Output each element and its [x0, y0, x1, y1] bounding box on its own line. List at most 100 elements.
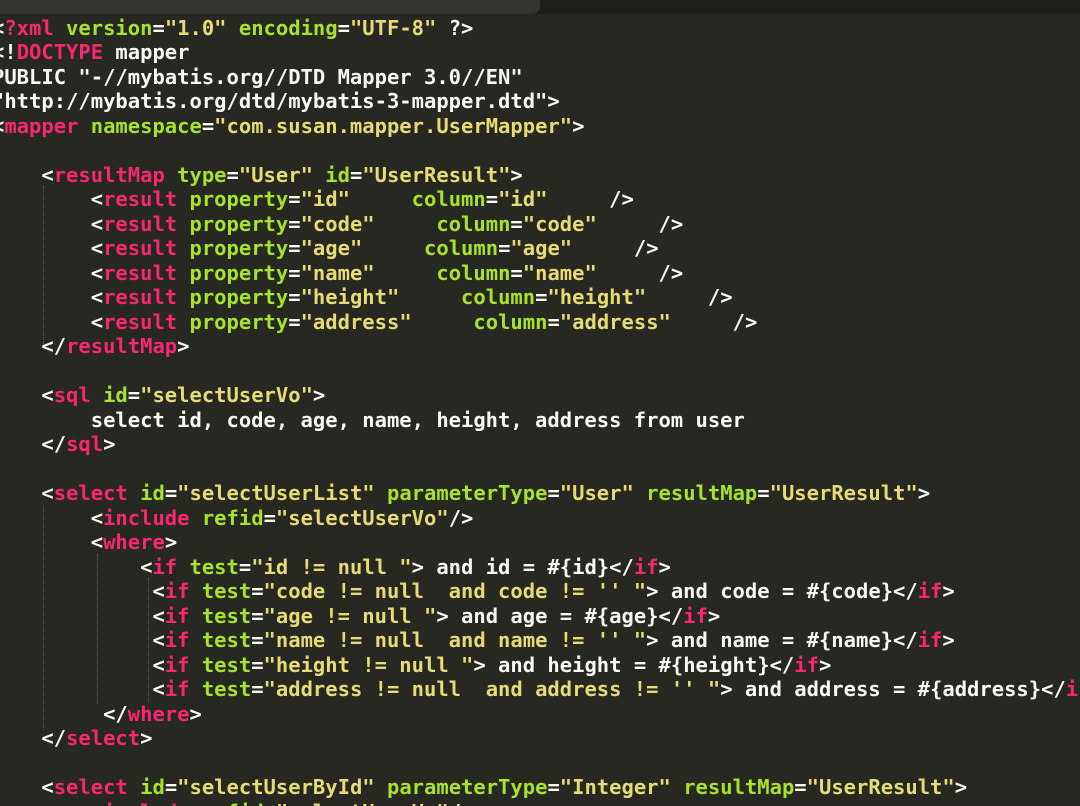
code-line[interactable]: <!DOCTYPE mapper: [0, 40, 1080, 65]
code-line[interactable]: select id, code, age, name, height, addr…: [0, 408, 1080, 433]
xml-string-value: "selectUserList": [177, 481, 375, 505]
xml-punctuation-text: <: [41, 162, 54, 187]
code-text[interactable]: <?xml version="1.0" encoding="UTF-8" ?><…: [0, 16, 1080, 806]
xml-string-value: "Integer": [559, 775, 671, 799]
code-line[interactable]: <result property="id" column="id" />: [0, 187, 1080, 212]
xml-punctuation-text: </: [41, 432, 67, 456]
code-line[interactable]: <result property="address" column="addre…: [0, 310, 1080, 335]
xml-punctuation-text: >: [177, 334, 190, 358]
xml-punctuation-text: select id, code, age, name, height, addr…: [0, 407, 745, 432]
xml-attribute-name: parameterType: [374, 775, 548, 799]
xml-punctuation-text: >: [140, 726, 153, 750]
code-line[interactable]: <if test="name != null and name != '' ">…: [0, 628, 1080, 653]
xml-tag-name: DOCTYPE: [16, 40, 104, 64]
code-line[interactable]: PUBLIC "-//mybatis.org//DTD Mapper 3.0//…: [0, 65, 1080, 90]
xml-punctuation-text: <: [0, 800, 103, 806]
code-line[interactable]: </select>: [0, 726, 1080, 751]
code-line[interactable]: <resultMap type="User" id="UserResult">: [0, 163, 1080, 188]
xml-punctuation-text: =: [547, 775, 560, 799]
code-line[interactable]: <if test="id != null "> and id = #{id}</…: [0, 555, 1080, 580]
code-line[interactable]: <include refid="selectUserVo"/>: [0, 506, 1080, 531]
xml-punctuation-text: =: [288, 236, 301, 260]
xml-punctuation-text: />: [449, 800, 474, 806]
code-line[interactable]: <result property="age" column="age" />: [0, 236, 1080, 261]
code-line[interactable]: <sql id="selectUserVo">: [0, 383, 1080, 408]
code-line[interactable]: <if test="age != null "> and age = #{age…: [0, 604, 1080, 629]
xml-string-value: "id": [300, 187, 350, 211]
editor-tab[interactable]: [0, 0, 540, 14]
xml-punctuation-text: =: [485, 187, 499, 211]
xml-string-value: "address": [300, 309, 412, 334]
xml-string-value: "User": [559, 481, 634, 505]
xml-attribute-name: property: [177, 260, 289, 285]
xml-tag-name: result: [103, 211, 178, 236]
code-line[interactable]: <result property="name" column="name" />: [0, 261, 1080, 286]
xml-punctuation-text: =: [164, 775, 178, 799]
xml-tag-name: where: [103, 530, 165, 554]
code-line[interactable]: <select id="selectUserList" parameterTyp…: [0, 481, 1080, 506]
xml-string-value: "name": [300, 260, 375, 285]
code-line[interactable]: <if test="address != null and address !=…: [0, 677, 1080, 702]
xml-attribute-name: column: [399, 285, 536, 309]
xml-punctuation-text: />: [572, 236, 659, 260]
xml-punctuation-text: >: [707, 603, 721, 628]
xml-string-value: "name": [522, 260, 597, 285]
xml-punctuation-text: =: [164, 481, 178, 505]
code-line[interactable]: <result property="height" column="height…: [0, 285, 1080, 310]
xml-string-value: "selectUserVo": [276, 800, 449, 806]
xml-punctuation-text: =: [288, 309, 301, 334]
xml-punctuation-text: >: [818, 652, 832, 677]
xml-punctuation-text: > and name = #{name}</: [646, 628, 918, 652]
code-line[interactable]: </resultMap>: [0, 334, 1080, 359]
xml-string-value: "age": [300, 236, 363, 260]
xml-tag-name: include: [103, 800, 189, 806]
xml-punctuation-text: =: [264, 800, 276, 806]
xml-punctuation-text: =: [757, 481, 770, 505]
xml-string-value: "name != null and name != '' ": [263, 628, 647, 652]
code-line[interactable]: </sql>: [0, 432, 1080, 457]
code-line[interactable]: <?xml version="1.0" encoding="UTF-8" ?>: [0, 16, 1080, 41]
code-line[interactable]: <include refid="selectUserVo"/>: [0, 800, 1080, 806]
xml-tag-name: if: [633, 554, 659, 579]
xml-punctuation-text: >: [942, 579, 955, 603]
xml-tag-name: ?xml: [4, 15, 54, 40]
code-line[interactable]: <where>: [0, 530, 1080, 555]
code-line[interactable]: <mapper namespace="com.susan.mapper.User…: [0, 114, 1080, 139]
xml-string-value: "User": [238, 162, 313, 187]
code-line[interactable]: [0, 359, 1080, 384]
xml-string-value: "1.0": [164, 15, 227, 40]
code-line[interactable]: <result property="code" column="code" />: [0, 212, 1080, 237]
xml-punctuation-text: />: [448, 505, 474, 530]
xml-string-value: "height": [300, 285, 400, 309]
xml-tag-name: result: [103, 309, 178, 334]
xml-attribute-name: test: [177, 554, 239, 579]
code-line[interactable]: </where>: [0, 702, 1080, 727]
code-line[interactable]: <select id="selectUserById" parameterTyp…: [0, 775, 1080, 800]
xml-attribute-name: namespace: [78, 113, 202, 138]
code-line[interactable]: "http://mybatis.org/dtd/mybatis-3-mapper…: [0, 89, 1080, 114]
xml-punctuation-text: > and id = #{id}</: [411, 554, 634, 579]
xml-punctuation-text: =: [238, 554, 252, 579]
xml-punctuation-text: > and age = #{age}</: [436, 603, 684, 628]
code-line[interactable]: [0, 138, 1080, 163]
xml-attribute-name: id: [127, 481, 165, 505]
code-editor[interactable]: <?xml version="1.0" encoding="UTF-8" ?><…: [0, 0, 1080, 806]
xml-tag-name: if: [164, 628, 190, 652]
xml-punctuation-text: =: [251, 652, 264, 677]
code-line[interactable]: <if test="height != null "> and height =…: [0, 653, 1080, 678]
xml-string-value: "id": [498, 187, 548, 211]
xml-tag-name: if: [917, 579, 943, 603]
code-line[interactable]: [0, 457, 1080, 482]
xml-punctuation-text: > and code = #{code}</: [646, 579, 918, 603]
xml-punctuation-text: >: [954, 775, 968, 799]
xml-attribute-name: column: [374, 260, 511, 285]
xml-punctuation-text: >: [189, 701, 202, 726]
xml-tag-name: sql: [66, 432, 104, 456]
code-line[interactable]: [0, 751, 1080, 776]
xml-punctuation-text: =: [510, 260, 523, 285]
xml-attribute-name: property: [177, 187, 289, 211]
xml-punctuation-text: <!: [0, 40, 17, 64]
code-line[interactable]: <if test="code != null and code != '' ">…: [0, 579, 1080, 604]
xml-punctuation-text: <: [41, 775, 54, 799]
xml-punctuation-text: />: [547, 187, 634, 211]
